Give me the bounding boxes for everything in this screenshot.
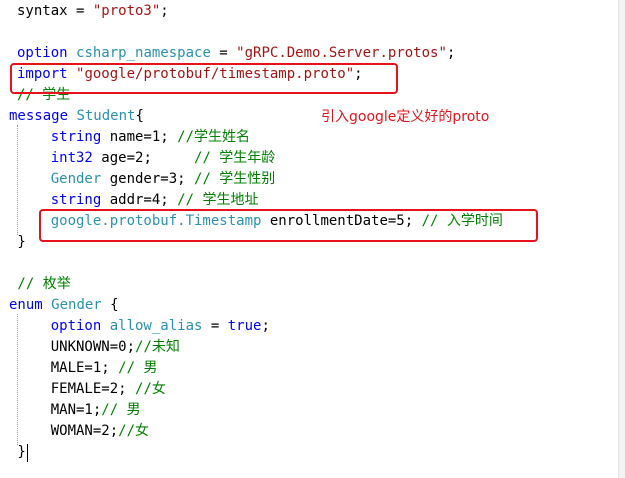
code-line[interactable]: // 枚举 — [9, 274, 625, 295]
indent-guide-message — [17, 125, 18, 235]
code-token: { — [101, 297, 119, 313]
annotation-label: 引入google定义好的proto — [321, 109, 490, 125]
code-token: "gRPC.Demo.Server.protos" — [236, 45, 447, 61]
code-token: syntax = — [17, 3, 93, 19]
code-line[interactable]: MAN=1;// 男 — [17, 400, 625, 421]
code-token: addr=4; — [109, 192, 178, 208]
code-token: // 枚举 — [9, 276, 71, 292]
code-token: ; — [160, 3, 169, 19]
code-token: // 学生性别 — [194, 171, 276, 187]
code-token: = — [202, 318, 228, 334]
code-token: UNKNOWN=0; — [17, 339, 136, 355]
code-token: string — [17, 192, 110, 208]
code-token: { — [135, 108, 144, 124]
code-token: Student — [76, 108, 136, 124]
code-token: "proto3" — [92, 3, 161, 19]
code-line[interactable] — [17, 22, 625, 43]
code-line[interactable]: UNKNOWN=0;//未知 — [17, 337, 625, 358]
code-token: = — [210, 45, 237, 61]
code-token: int32 — [17, 150, 102, 166]
code-token: allow_alias — [109, 318, 203, 334]
code-token: option — [17, 45, 77, 61]
text-caret — [27, 444, 28, 462]
code-line[interactable]: syntax = "proto3"; — [17, 1, 625, 22]
code-token: gender=3; — [109, 171, 195, 187]
code-token: true — [227, 318, 262, 334]
code-token: MAN=1; — [17, 402, 102, 418]
indent-guide-enum — [17, 314, 18, 445]
code-token: name=1; — [109, 129, 178, 145]
code-line[interactable]: option allow_alias = true; — [17, 316, 625, 337]
code-line[interactable]: WOMAN=2;//女 — [17, 421, 625, 442]
code-token: string — [17, 129, 110, 145]
code-token: } — [9, 234, 26, 250]
code-token: //女 — [135, 381, 166, 397]
code-line[interactable]: option csharp_namespace = "gRPC.Demo.Ser… — [17, 43, 625, 64]
code-line[interactable]: string addr=4; // 学生地址 — [17, 190, 625, 211]
code-token: //学生姓名 — [177, 129, 251, 145]
code-token: enum — [9, 297, 52, 313]
code-token: WOMAN=2; — [17, 423, 119, 439]
code-line[interactable]: enum Gender { — [9, 295, 625, 316]
code-line[interactable]: Gender gender=3; // 学生性别 — [17, 169, 625, 190]
code-token: message — [9, 108, 77, 124]
code-line[interactable]: FEMALE=2; //女 — [17, 379, 625, 400]
code-token: //女 — [118, 423, 150, 439]
code-token: // 学生年龄 — [194, 150, 276, 166]
code-token: // 男 — [118, 360, 158, 376]
editor-right-margin — [618, 0, 625, 478]
code-token: csharp_namespace — [76, 45, 211, 61]
code-token: ; — [261, 318, 270, 334]
code-token: option — [17, 318, 110, 334]
code-token: //未知 — [135, 339, 180, 355]
import-highlight-box — [10, 63, 398, 94]
code-line[interactable] — [17, 253, 625, 274]
code-token: } — [9, 444, 26, 460]
code-line[interactable]: MALE=1; // 男 — [17, 358, 625, 379]
timestamp-highlight-box — [39, 209, 538, 242]
code-token: // 男 — [101, 402, 141, 418]
code-token: Gender — [17, 171, 110, 187]
code-line[interactable]: message Student{ — [9, 106, 625, 127]
code-editor[interactable]: syntax = "proto3"; option csharp_namespac… — [0, 0, 625, 478]
code-token: // 学生地址 — [177, 192, 259, 208]
code-token: age=2; — [101, 150, 195, 166]
code-token: ; — [446, 45, 456, 61]
code-line[interactable]: int32 age=2; // 学生年龄 — [17, 148, 625, 169]
code-token: FEMALE=2; — [17, 381, 136, 397]
code-line[interactable]: } — [9, 442, 625, 463]
code-token: Gender — [51, 297, 102, 313]
code-token: MALE=1; — [17, 360, 119, 376]
code-line[interactable]: string name=1; //学生姓名 — [17, 127, 625, 148]
